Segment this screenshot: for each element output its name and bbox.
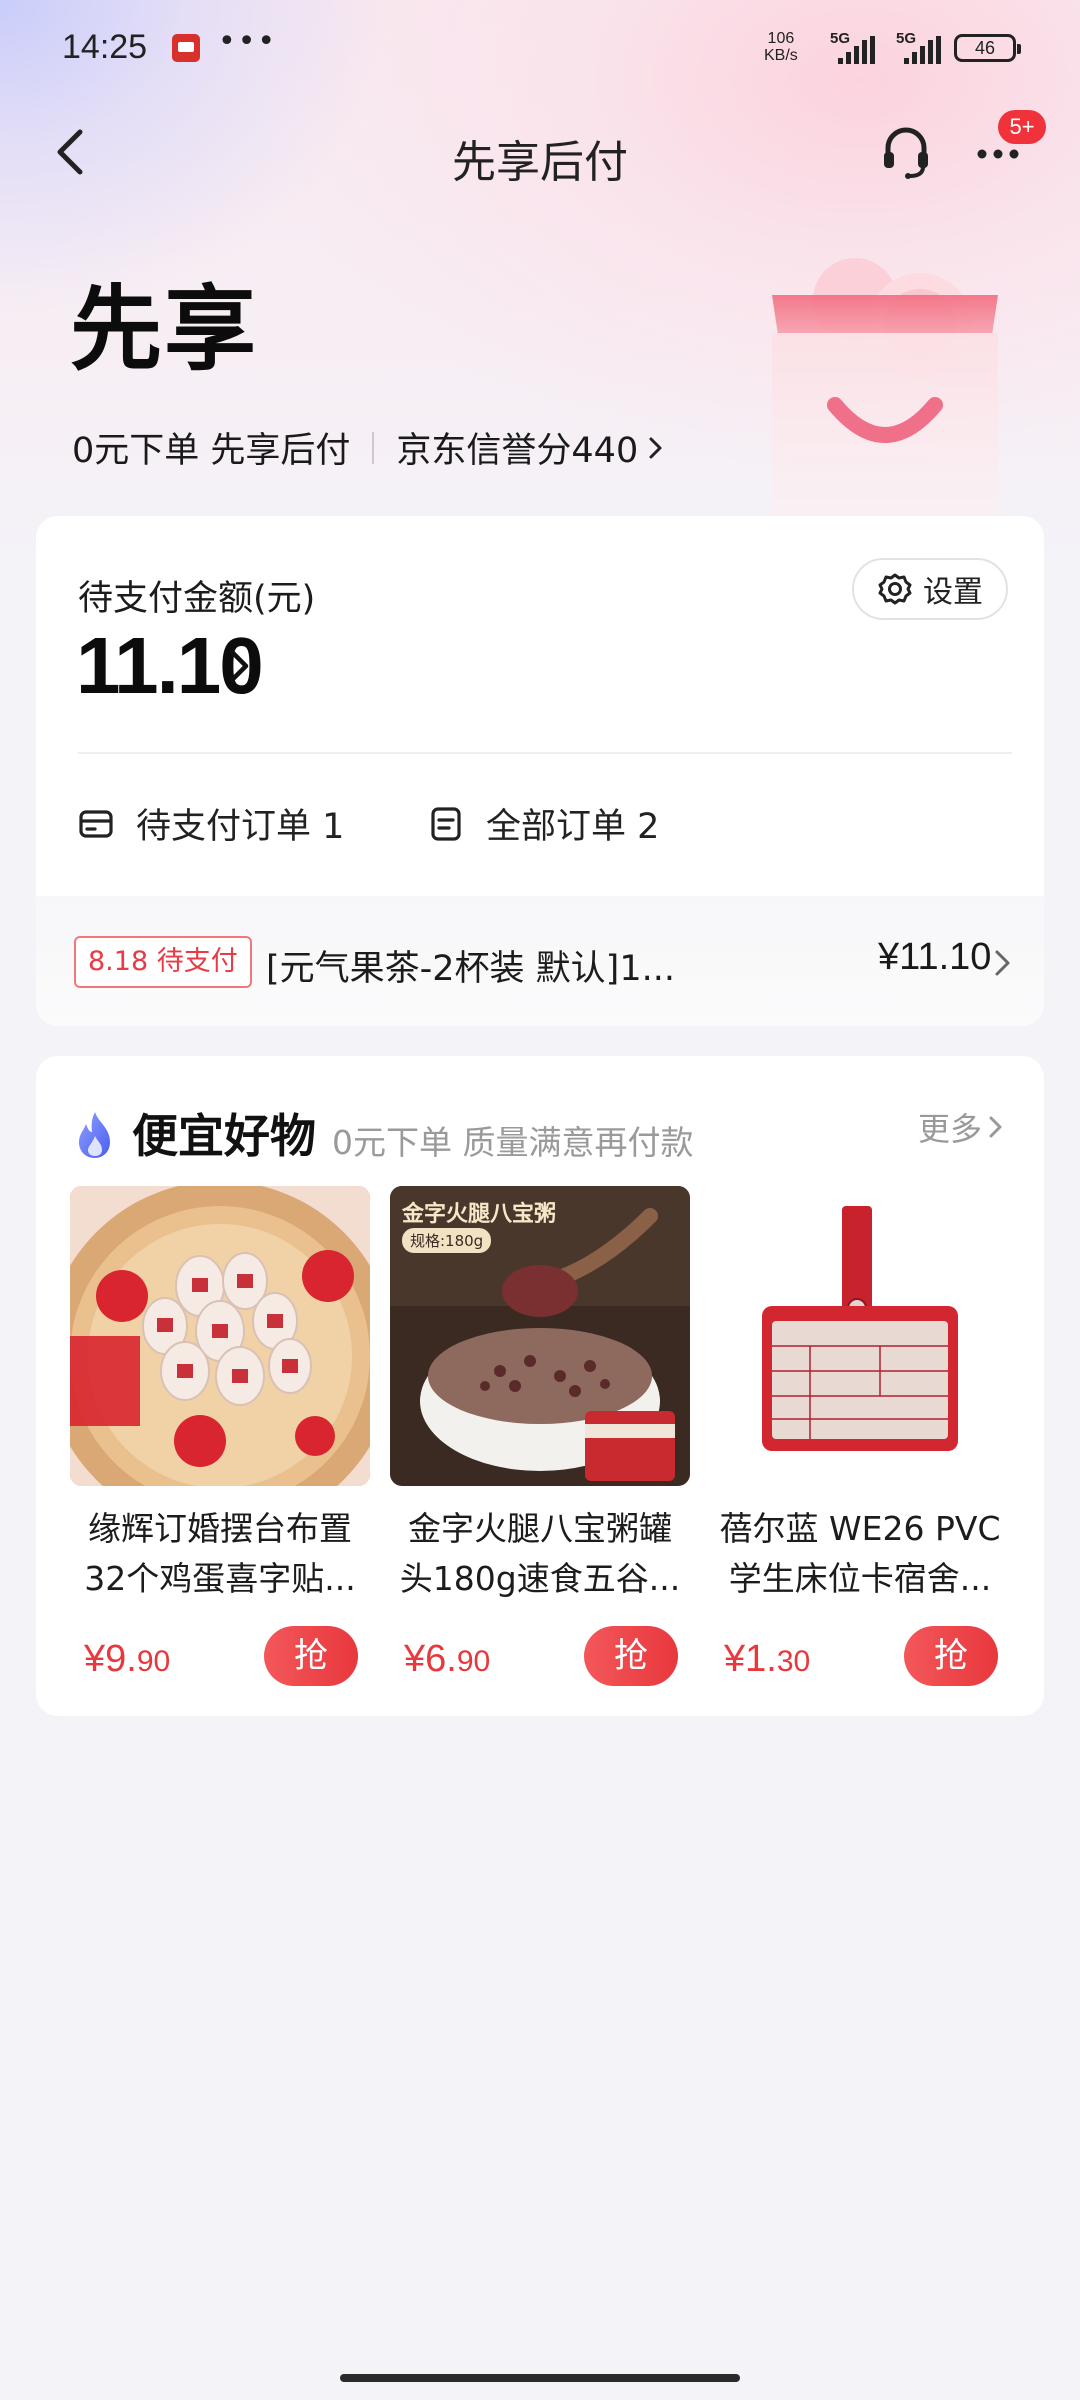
price-int: ¥9. xyxy=(84,1638,137,1680)
product-name: 金字火腿八宝粥罐 头180g速食五谷... xyxy=(390,1504,690,1604)
product-image-bed-card[interactable] xyxy=(710,1186,1010,1486)
product-image-spec: 规格:180g xyxy=(402,1228,492,1253)
product-card[interactable]: 蓓尔蓝 WE26 PVC 学生床位卡宿舍... ¥1.30 抢 xyxy=(710,1186,1010,1686)
pending-orders-label: 待支付订单 1 xyxy=(136,807,345,847)
product-name-line1: 金字火腿八宝粥罐 xyxy=(408,1509,672,1548)
product-name-line2: 学生床位卡宿舍... xyxy=(728,1559,992,1598)
product-card[interactable]: 缘辉订婚摆台布置 32个鸡蛋喜字贴... ¥9.90 抢 xyxy=(70,1186,370,1686)
bed-card-holder-image xyxy=(710,1186,1010,1486)
shopping-bag-illustration xyxy=(772,258,998,515)
credit-score-link[interactable]: 京东信誉分440 xyxy=(396,422,638,473)
pending-order-price: ¥11.10 xyxy=(878,936,992,978)
pending-order-row[interactable]: 8.18 待支付 [元气果茶-2杯装 默认]1... ¥11.10 xyxy=(36,896,1044,1026)
price-int: ¥1. xyxy=(724,1638,777,1680)
signal-sim1-icon: 5G xyxy=(830,30,888,66)
pending-status-tag: 8.18 待支付 xyxy=(74,936,252,988)
card-divider xyxy=(78,752,1012,754)
network-speed-unit: KB/s xyxy=(764,47,798,64)
status-more-icon: ••• xyxy=(218,24,278,59)
section-title: 便宜好物 xyxy=(132,1109,316,1163)
status-bar: 14:25 ••• 106 KB/s 5G 5G 46 xyxy=(0,0,1080,100)
product-name-line2: 32个鸡蛋喜字贴... xyxy=(84,1559,356,1598)
order-list-icon xyxy=(431,806,461,841)
home-indicator[interactable] xyxy=(340,2374,740,2382)
product-name: 蓓尔蓝 WE26 PVC 学生床位卡宿舍... xyxy=(710,1504,1010,1604)
all-orders-label: 全部订单 2 xyxy=(486,807,660,847)
chevron-right-icon xyxy=(989,1116,1002,1138)
chevron-right-icon xyxy=(995,950,1010,976)
product-name-line1: 缘辉订婚摆台布置 xyxy=(88,1509,352,1548)
product-name-line1: 蓓尔蓝 WE26 PVC xyxy=(719,1509,1001,1548)
cheap-goods-card: 便宜好物 0元下单 质量满意再付款 更多 缘辉订婚摆台布置 32个鸡蛋喜字贴..… xyxy=(36,1056,1044,1716)
product-card[interactable]: 金字火腿八宝粥 规格:180g 金字火腿八宝粥罐 头180g速食五谷... ¥6… xyxy=(390,1186,690,1686)
signal-sim2-icon: 5G xyxy=(896,30,954,66)
section-subtitle: 0元下单 质量满意再付款 xyxy=(332,1123,694,1162)
pending-orders-link[interactable]: 待支付订单 1 xyxy=(78,798,344,849)
battery-icon: 46 xyxy=(954,34,1021,62)
price-dec: 90 xyxy=(456,1645,491,1678)
product-name: 缘辉订婚摆台布置 32个鸡蛋喜字贴... xyxy=(70,1504,370,1604)
pending-order-title: [元气果茶-2杯装 默认]1... xyxy=(266,949,675,989)
hero-divider xyxy=(372,431,375,464)
gear-icon xyxy=(878,573,912,605)
flame-icon xyxy=(79,1112,110,1158)
product-image-eggs[interactable] xyxy=(70,1186,370,1486)
hero-subtitle: 0元下单 先享后付 京东信誉分440 xyxy=(72,422,664,473)
product-name-line2: 头180g速食五谷... xyxy=(399,1559,681,1598)
all-orders-link[interactable]: 全部订单 2 xyxy=(428,798,659,849)
wedding-eggs-image xyxy=(70,1186,370,1486)
product-price: ¥1.30 xyxy=(724,1638,810,1681)
grab-button[interactable]: 抢 xyxy=(264,1626,358,1686)
jd-app-notification-icon xyxy=(172,34,200,62)
product-price: ¥6.90 xyxy=(404,1638,490,1681)
settings-label: 设置 xyxy=(923,575,983,610)
pending-amount-label: 待支付金额(元) xyxy=(78,579,316,619)
more-goods-link[interactable]: 更多 xyxy=(918,1104,1004,1150)
hero-tagline: 0元下单 先享后付 xyxy=(72,431,351,471)
customer-service-button[interactable] xyxy=(878,124,934,180)
chevron-right-icon xyxy=(229,649,249,683)
headset-icon xyxy=(884,127,928,179)
status-time: 14:25 xyxy=(62,28,148,66)
grab-button[interactable]: 抢 xyxy=(584,1626,678,1686)
network-speed: 106 KB/s xyxy=(764,30,798,64)
product-image-caption: 金字火腿八宝粥 xyxy=(402,1201,557,1227)
settings-button[interactable]: 设置 xyxy=(852,558,1008,620)
chevron-right-icon xyxy=(649,437,662,458)
more-label: 更多 xyxy=(918,1110,983,1148)
wallet-card-icon xyxy=(79,809,113,838)
grab-button[interactable]: 抢 xyxy=(904,1626,998,1686)
network-speed-value: 106 xyxy=(767,30,795,47)
hero-brand-title: 先享 xyxy=(70,276,259,383)
price-dec: 30 xyxy=(776,1645,811,1678)
payment-summary-card: 待支付金额(元) 11.10 设置 待支付订单 1 全部订单 2 8.18 待支… xyxy=(36,516,1044,1026)
price-dec: 90 xyxy=(136,1645,171,1678)
price-int: ¥6. xyxy=(404,1638,457,1680)
message-badge: 5+ xyxy=(998,110,1046,144)
product-image-porridge[interactable]: 金字火腿八宝粥 规格:180g xyxy=(390,1186,690,1486)
product-price: ¥9.90 xyxy=(84,1638,170,1681)
